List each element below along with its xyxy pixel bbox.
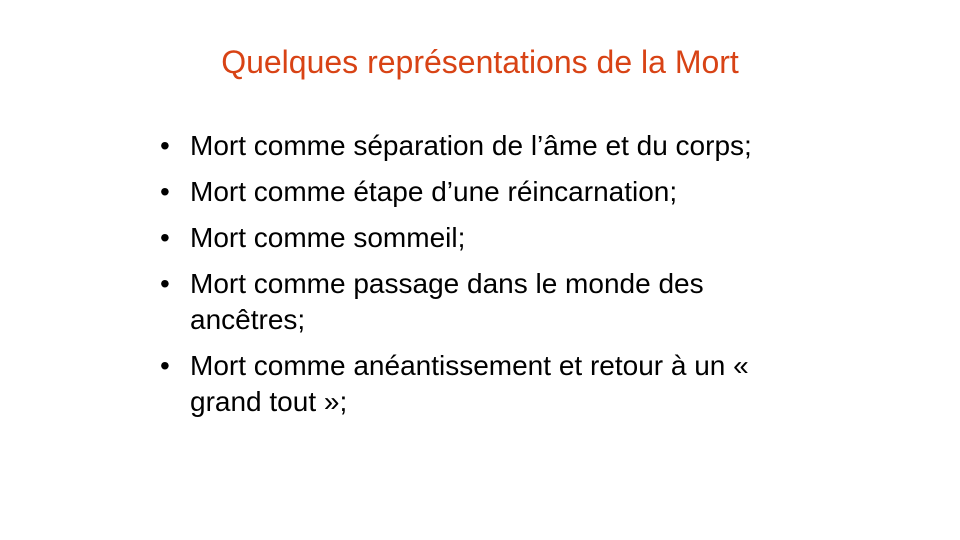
bullet-icon: • xyxy=(160,268,170,299)
bullet-icon: • xyxy=(160,176,170,207)
slide: Quelques représentations de la Mort • Mo… xyxy=(0,0,960,540)
slide-title: Quelques représentations de la Mort xyxy=(221,44,739,80)
bullet-item: • Mort comme sommeil; xyxy=(160,220,800,256)
bullet-icon: • xyxy=(160,130,170,161)
bullet-text: Mort comme séparation de l’âme et du cor… xyxy=(190,130,752,161)
bullet-item: • Mort comme étape d’une réincarnation; xyxy=(160,174,800,210)
bullet-text: Mort comme étape d’une réincarnation; xyxy=(190,176,678,207)
bullet-icon: • xyxy=(160,222,170,253)
bullet-item: • Mort comme anéantissement et retour à … xyxy=(160,348,800,420)
bullet-text: Mort comme sommeil; xyxy=(190,222,466,253)
bullet-list: • Mort comme séparation de l’âme et du c… xyxy=(160,128,800,430)
bullet-icon: • xyxy=(160,350,170,381)
bullet-item: • Mort comme passage dans le monde des a… xyxy=(160,266,800,338)
bullet-text: Mort comme passage dans le monde des anc… xyxy=(190,268,704,335)
bullet-item: • Mort comme séparation de l’âme et du c… xyxy=(160,128,800,164)
bullet-text: Mort comme anéantissement et retour à un… xyxy=(190,350,749,417)
